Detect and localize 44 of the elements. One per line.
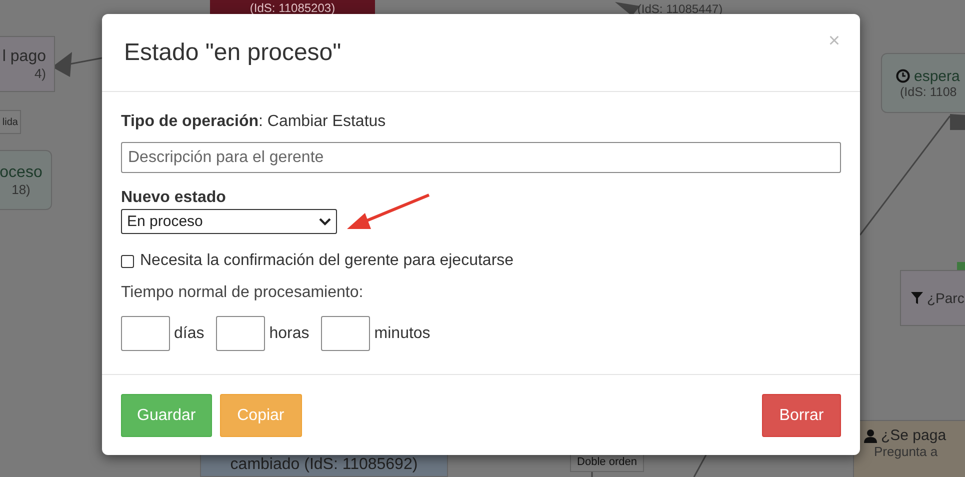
filter-icon xyxy=(911,292,923,304)
flow-node[interactable]: (IdS: 11085447) xyxy=(620,0,740,18)
state-label: Nuevo estado xyxy=(121,189,227,208)
flow-node[interactable]: espera (IdS: 1108 xyxy=(881,53,965,113)
user-icon xyxy=(864,428,877,442)
checkbox[interactable] xyxy=(121,254,134,268)
unit-label: días xyxy=(174,324,204,342)
time-label: Tiempo normal de procesamiento: xyxy=(121,284,364,302)
flow-node[interactable]: oceso 18) xyxy=(0,150,52,210)
state-select[interactable]: En proceso xyxy=(121,209,337,234)
node-detail: 18) xyxy=(12,182,30,196)
node-title: Doble orden xyxy=(577,456,637,468)
chevron-icon xyxy=(319,218,331,226)
delete-button[interactable]: Borrar xyxy=(762,394,841,437)
node-detail: Pregunta a xyxy=(874,444,938,459)
operation-label: Tipo de operación xyxy=(121,113,258,130)
time-field[interactable] xyxy=(121,316,170,351)
clock-icon xyxy=(896,69,910,83)
time-field[interactable] xyxy=(216,316,266,351)
flow-node[interactable]: l pago 4) xyxy=(0,36,55,92)
flow-node[interactable]: ¿Se paga Pregunta a xyxy=(853,420,965,477)
node-title: cambiado (IdS: 11085692) xyxy=(230,456,418,474)
flow-node[interactable]: lida xyxy=(0,110,21,134)
copy-button[interactable]: Copiar xyxy=(220,394,302,437)
unit-label: minutos xyxy=(374,324,430,342)
time-field[interactable] xyxy=(321,316,370,351)
node-title: oceso xyxy=(0,164,42,182)
node-title: ¿Parc xyxy=(927,290,964,306)
node-title: (IdS: 11085447) xyxy=(637,3,723,16)
flow-node[interactable]: ¿Parc xyxy=(900,270,965,326)
node-detail: 4) xyxy=(34,66,46,80)
description-field[interactable]: Descripción para el gerente xyxy=(121,142,841,173)
close-button[interactable]: × xyxy=(828,30,840,53)
node-title: (IdS: 11085203) xyxy=(250,2,336,15)
node-title: lida xyxy=(2,116,18,128)
operation-value: : Cambiar Estatus xyxy=(258,113,386,130)
save-button[interactable]: Guardar xyxy=(121,394,212,437)
node-title: espera xyxy=(914,68,960,84)
node-detail: (IdS: 1108 xyxy=(900,84,957,98)
unit-label: horas xyxy=(269,324,310,342)
node-title: l pago xyxy=(2,48,46,66)
dialog-title: Estado "en proceso" xyxy=(124,38,342,66)
node-title: ¿Se paga xyxy=(881,427,946,444)
checkbox-label: Necesita la confirmación del gerente para ejecutarse xyxy=(140,252,514,270)
